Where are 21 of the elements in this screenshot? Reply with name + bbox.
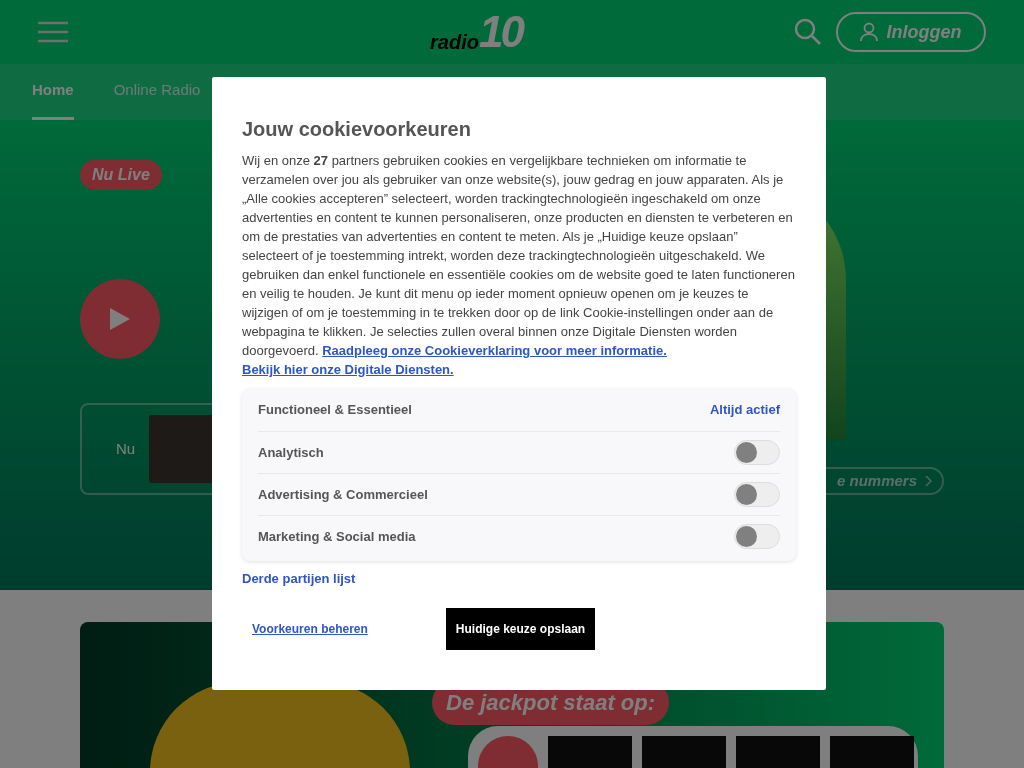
now-label: Nu bbox=[116, 438, 136, 459]
third-party-link[interactable]: Derde partijen lijst bbox=[242, 569, 356, 589]
category-label: Marketing & Social media bbox=[258, 527, 416, 546]
toggle-switch[interactable] bbox=[734, 440, 780, 465]
category-label: Analytisch bbox=[258, 443, 324, 462]
dialog-title: Jouw cookievoorkeuren bbox=[242, 117, 472, 141]
toggle-switch[interactable] bbox=[734, 524, 780, 549]
category-label: Functioneel & Essentieel bbox=[258, 401, 412, 420]
always-active-label: Altijd actief bbox=[709, 401, 780, 420]
cookie-policy-link[interactable]: Raadpleeg onze Cookieverklaring voor meer informatie. bbox=[322, 343, 667, 358]
cookie-text: Wij en onze 27 partners gebruiken cookies en vergelijkbare technieken om informatie te verzamelen over jou als gebruiker van onze website(s), jouw gedrag en jouw apparaten. Als je „Alle cookies accepteren” selecteert, worden trackingtechnologieën ingeschakeld om onze advertenties en content te kunnen personaliseren, onze producten en diensten te verbeteren en om de prestaties van advertenties en content te meten. Als je „Huidige keuze opslaan” selecteert of je toestemming intrekt, worden deze trackingtechnologieën uitgeschakeld. We gebruiken dan enkel functionele en essentiële cookies om de website goed te laten functioneren en veilig te houden. Je kunt dit menu op ieder moment opnieuw openen om je keuzes te wijzigen of om je toestemming in te trekken door op de link Cookie-instellingen onder aan de webpagina te klikken. Je selecties zullen overal binnen onze Digitale Diensten worden doorgevoerd. Raadpleeg onze Cookieverklaring voor meer informatie. Bekijk hier onze Digitale Diensten. bbox=[242, 152, 796, 379]
category-label: Advertising & Commercieel bbox=[258, 485, 428, 504]
play-icon bbox=[110, 308, 130, 330]
manage-preferences-link[interactable]: Voorkeuren beheren bbox=[252, 619, 368, 638]
live-badge: Nu Live bbox=[80, 160, 162, 190]
logo-word: radio bbox=[430, 32, 479, 52]
logo-number: 10 bbox=[478, 10, 522, 54]
cookie-policy-link[interactable]: Bekijk hier onze Digitale Diensten. bbox=[242, 362, 454, 377]
user-icon bbox=[860, 22, 879, 42]
toggle-switch[interactable] bbox=[734, 482, 780, 507]
save-choice-button[interactable]: Huidige keuze opslaan bbox=[445, 607, 596, 650]
